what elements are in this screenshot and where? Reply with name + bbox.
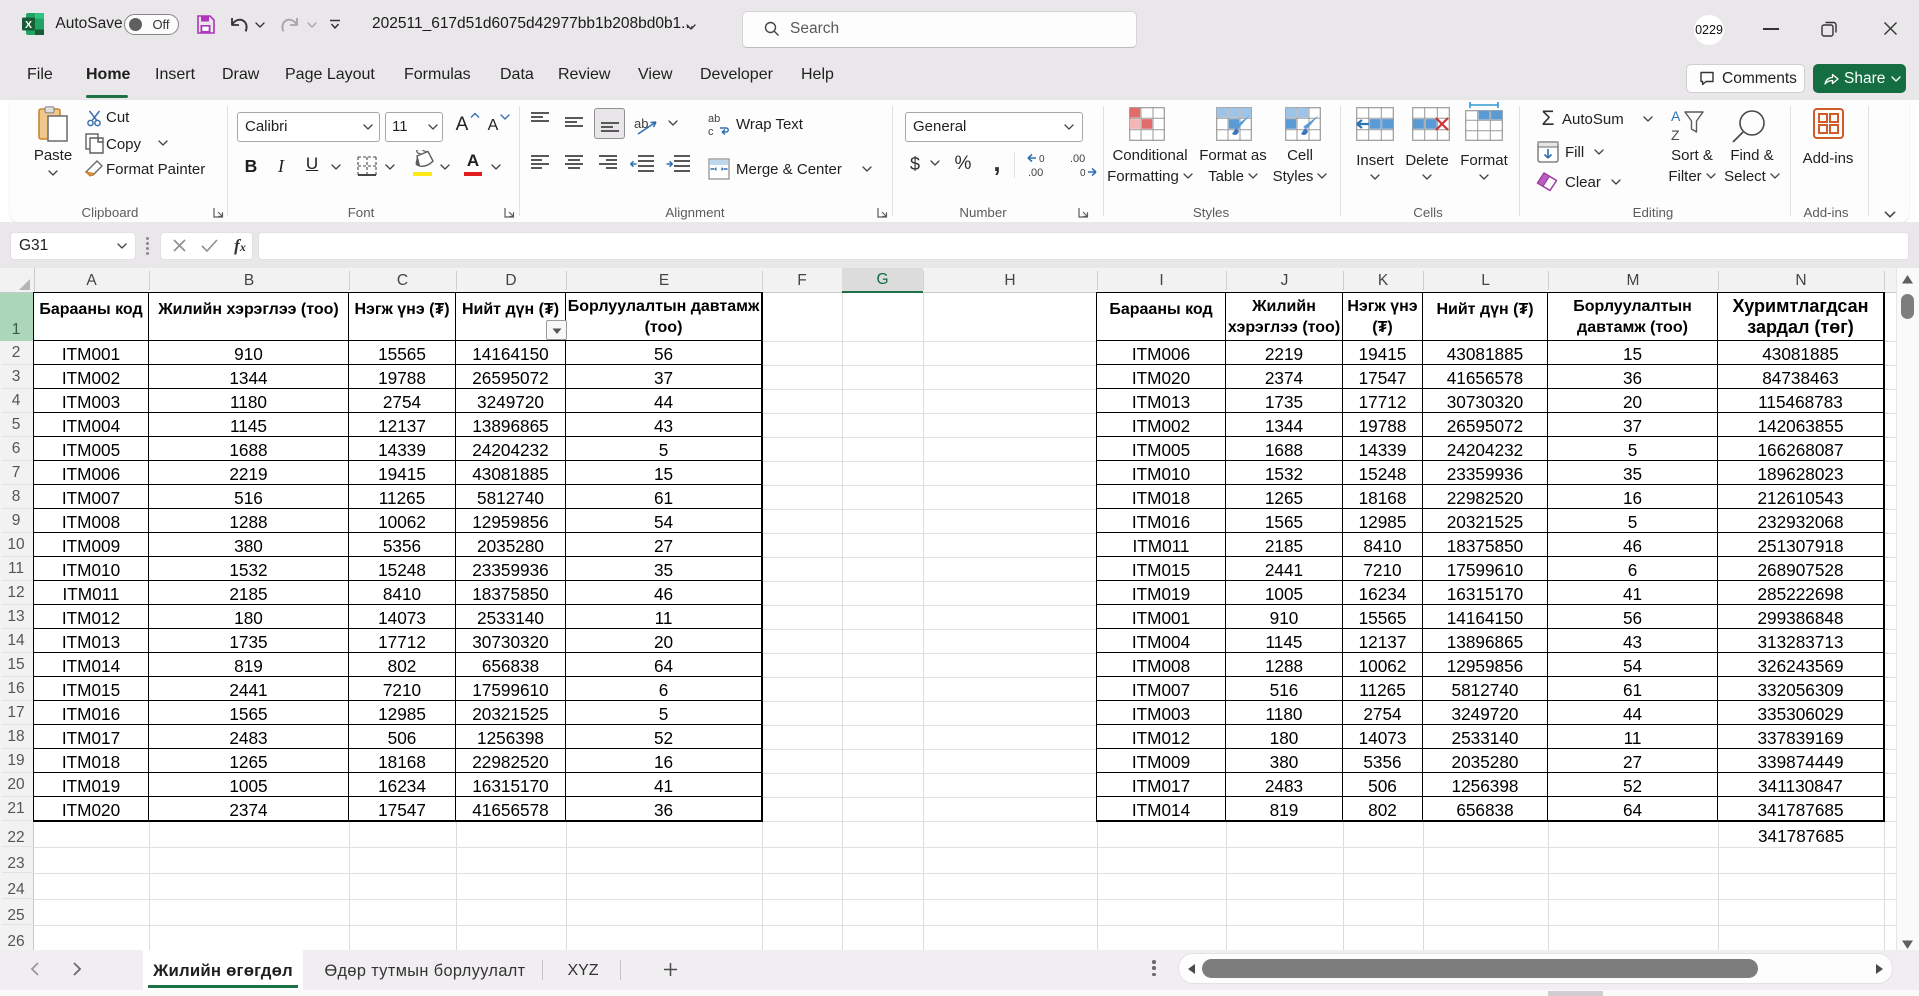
svg-text:X: X [25, 19, 32, 31]
svg-text:c: c [708, 126, 714, 136]
svg-text:A: A [1671, 108, 1681, 124]
svg-text:ab: ab [708, 113, 720, 125]
svg-text:Z: Z [1671, 127, 1680, 143]
svg-text:0: 0 [1039, 154, 1045, 165]
svg-text:.00: .00 [1028, 167, 1043, 178]
